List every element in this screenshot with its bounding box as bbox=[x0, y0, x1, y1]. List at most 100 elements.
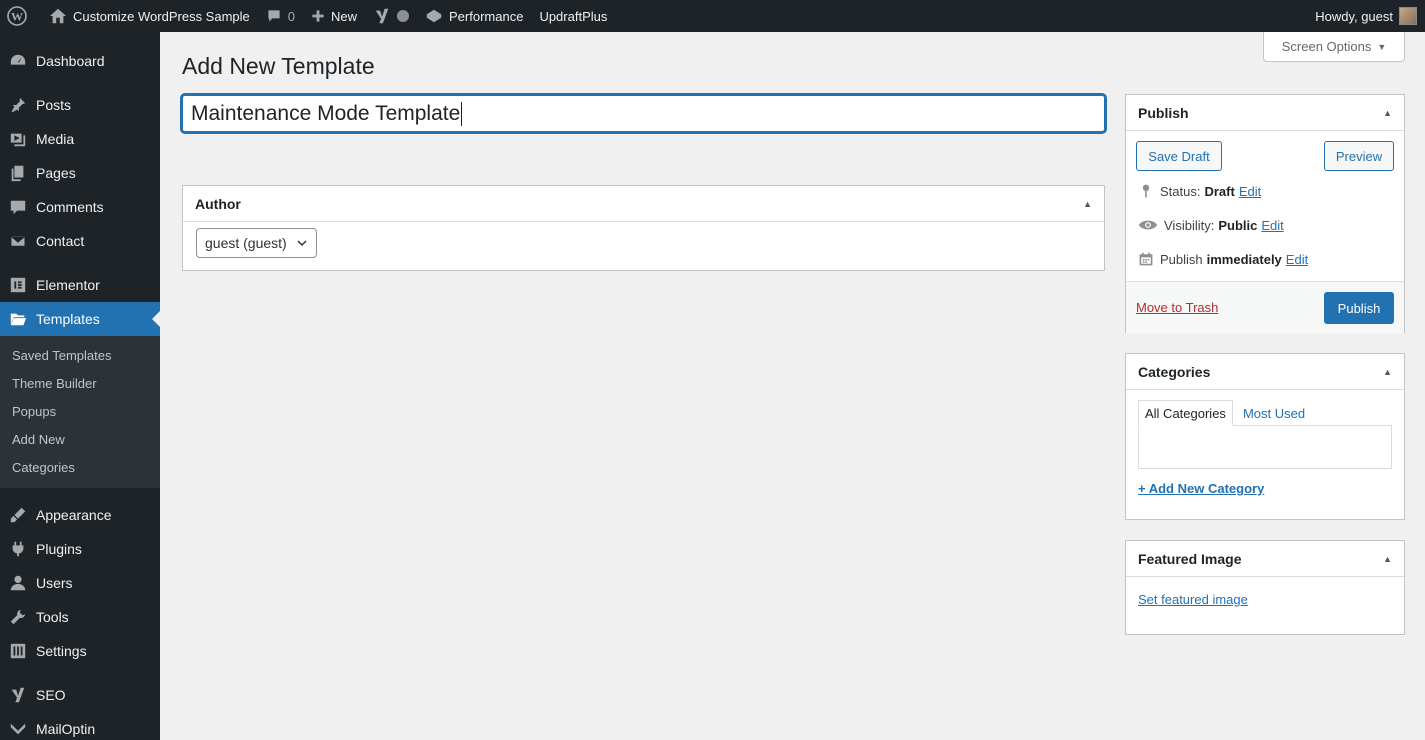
comment-icon bbox=[8, 197, 28, 217]
sidebar-item-pages[interactable]: Pages bbox=[0, 156, 160, 190]
publish-actions: Move to Trash Publish bbox=[1126, 281, 1404, 333]
title-input-value: Maintenance Mode Template bbox=[191, 101, 461, 125]
categories-metabox: Categories ▲ All Categories Most Used + … bbox=[1125, 353, 1405, 520]
collapse-arrow-icon[interactable]: ▲ bbox=[1083, 199, 1092, 209]
pages-icon bbox=[8, 163, 28, 183]
sidebar-item-label: Comments bbox=[36, 199, 104, 215]
move-to-trash-link[interactable]: Move to Trash bbox=[1136, 300, 1218, 315]
wrench-icon bbox=[8, 607, 28, 627]
sidebar-item-posts[interactable]: Posts bbox=[0, 88, 160, 122]
wordpress-logo-icon: W bbox=[7, 6, 27, 26]
sidebar-item-label: Appearance bbox=[36, 507, 112, 523]
author-metabox: Author ▲ guest (guest) bbox=[182, 185, 1105, 271]
sidebar-item-elementor[interactable]: Elementor bbox=[0, 268, 160, 302]
add-new-category-link[interactable]: + Add New Category bbox=[1138, 481, 1264, 496]
submenu-item-popups[interactable]: Popups bbox=[0, 398, 160, 426]
comments-menu[interactable]: 0 bbox=[258, 0, 303, 32]
user-icon bbox=[8, 573, 28, 593]
author-select[interactable]: guest (guest) bbox=[196, 228, 317, 258]
sidebar-item-label: Elementor bbox=[36, 277, 100, 293]
status-label: Status: bbox=[1160, 183, 1201, 199]
sidebar-item-dashboard[interactable]: Dashboard bbox=[0, 44, 160, 78]
updraftplus-menu[interactable]: UpdraftPlus bbox=[531, 0, 615, 32]
publish-label: Publish bbox=[1160, 251, 1203, 267]
edit-visibility-link[interactable]: Edit bbox=[1261, 218, 1283, 233]
pin-icon bbox=[1142, 184, 1150, 198]
plugin-icon bbox=[8, 539, 28, 559]
performance-icon bbox=[426, 9, 442, 23]
sidebar-item-plugins[interactable]: Plugins bbox=[0, 532, 160, 566]
set-featured-image-link[interactable]: Set featured image bbox=[1138, 592, 1248, 607]
sidebar-item-tools[interactable]: Tools bbox=[0, 600, 160, 634]
comment-bubble-icon bbox=[268, 10, 280, 22]
admin-sidebar: Dashboard Posts Media Pages Comments Con… bbox=[0, 32, 160, 740]
collapse-arrow-icon[interactable]: ▲ bbox=[1383, 554, 1392, 564]
howdy-text: Howdy, guest bbox=[1315, 8, 1393, 24]
collapse-arrow-icon[interactable]: ▲ bbox=[1383, 108, 1392, 118]
publish-date-row: Publish immediately Edit bbox=[1138, 251, 1308, 267]
save-draft-button[interactable]: Save Draft bbox=[1136, 141, 1222, 171]
publish-metabox-header[interactable]: Publish ▲ bbox=[1126, 95, 1404, 131]
submenu-item-categories[interactable]: Categories bbox=[0, 454, 160, 482]
sidebar-item-templates[interactable]: Templates bbox=[0, 302, 160, 336]
sidebar-item-comments[interactable]: Comments bbox=[0, 190, 160, 224]
screen-options-label: Screen Options bbox=[1281, 39, 1372, 54]
title-input[interactable]: Maintenance Mode Template bbox=[181, 94, 1106, 133]
sidebar-item-mailoptin[interactable]: MailOptin bbox=[0, 712, 160, 740]
page-title: Add New Template bbox=[182, 53, 375, 79]
preview-button[interactable]: Preview bbox=[1324, 141, 1394, 171]
performance-menu[interactable]: Performance bbox=[417, 0, 531, 32]
sidebar-item-settings[interactable]: Settings bbox=[0, 634, 160, 668]
mailoptin-icon bbox=[8, 719, 28, 739]
category-tabs: All Categories Most Used bbox=[1138, 400, 1311, 426]
sidebar-item-label: Templates bbox=[36, 311, 100, 327]
sidebar-item-label: Users bbox=[36, 575, 73, 591]
featured-image-metabox-title: Featured Image bbox=[1138, 550, 1242, 567]
edit-status-link[interactable]: Edit bbox=[1239, 184, 1261, 199]
visibility-value: Public bbox=[1218, 217, 1258, 233]
submenu-item-theme-builder[interactable]: Theme Builder bbox=[0, 370, 160, 398]
author-metabox-header[interactable]: Author ▲ bbox=[183, 186, 1104, 222]
wordpress-logo-menu[interactable]: W bbox=[0, 0, 41, 32]
sidebar-item-label: Pages bbox=[36, 165, 76, 181]
my-account-menu[interactable]: Howdy, guest bbox=[1307, 0, 1425, 32]
visibility-label: Visibility: bbox=[1164, 217, 1215, 233]
sidebar-item-contact[interactable]: Contact bbox=[0, 224, 160, 258]
sidebar-item-label: Settings bbox=[36, 643, 87, 659]
categories-metabox-header[interactable]: Categories ▲ bbox=[1126, 354, 1404, 390]
categories-metabox-title: Categories bbox=[1138, 363, 1211, 380]
settings-icon bbox=[8, 641, 28, 661]
sidebar-item-seo[interactable]: SEO bbox=[0, 678, 160, 712]
featured-image-metabox: Featured Image ▲ Set featured image bbox=[1125, 540, 1405, 635]
featured-image-metabox-header[interactable]: Featured Image ▲ bbox=[1126, 541, 1404, 577]
author-selected-value: guest (guest) bbox=[205, 235, 287, 251]
caret-down-icon: ▼ bbox=[1377, 41, 1387, 52]
new-label: New bbox=[331, 8, 358, 24]
media-icon bbox=[8, 129, 28, 149]
sidebar-item-users[interactable]: Users bbox=[0, 566, 160, 600]
mail-icon bbox=[8, 231, 28, 251]
collapse-arrow-icon[interactable]: ▲ bbox=[1383, 367, 1392, 377]
tab-most-used[interactable]: Most Used bbox=[1233, 400, 1311, 426]
submenu-item-add-new[interactable]: Add New bbox=[0, 426, 160, 454]
new-content-menu[interactable]: New bbox=[303, 0, 365, 32]
screen-options-button[interactable]: Screen Options ▼ bbox=[1263, 32, 1405, 62]
elementor-icon bbox=[8, 275, 28, 295]
publish-button[interactable]: Publish bbox=[1324, 292, 1394, 324]
svg-text:W: W bbox=[11, 10, 23, 24]
submenu-item-saved-templates[interactable]: Saved Templates bbox=[0, 342, 160, 370]
site-name-menu[interactable]: Customize WordPress Sample bbox=[41, 0, 258, 32]
sidebar-item-label: Dashboard bbox=[36, 53, 105, 69]
avatar bbox=[1399, 7, 1417, 25]
performance-label: Performance bbox=[449, 8, 524, 24]
paintbrush-icon bbox=[8, 505, 28, 525]
yoast-menu[interactable] bbox=[365, 0, 417, 32]
sidebar-item-appearance[interactable]: Appearance bbox=[0, 498, 160, 532]
chevron-down-icon bbox=[297, 240, 307, 247]
sidebar-item-label: Media bbox=[36, 131, 75, 147]
site-name: Customize WordPress Sample bbox=[73, 8, 250, 24]
updraftplus-label: UpdraftPlus bbox=[539, 8, 608, 24]
tab-all-categories[interactable]: All Categories bbox=[1138, 400, 1233, 426]
edit-publish-date-link[interactable]: Edit bbox=[1286, 252, 1308, 267]
sidebar-item-media[interactable]: Media bbox=[0, 122, 160, 156]
